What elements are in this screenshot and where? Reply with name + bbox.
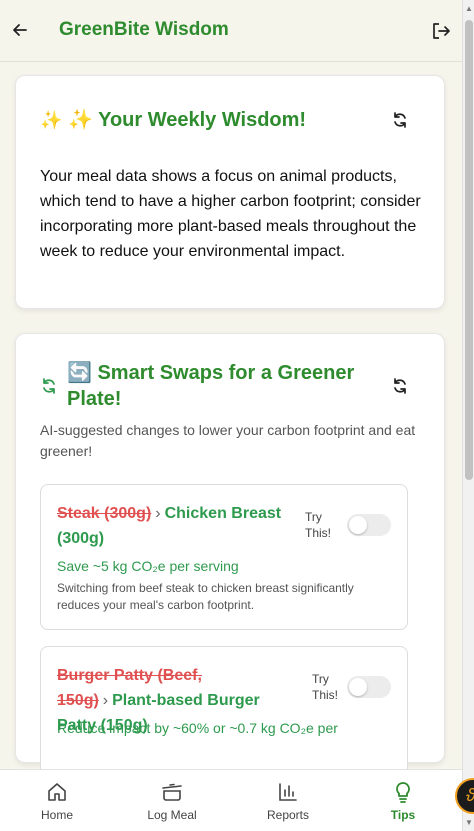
main-content: ✨ ✨ Your Weekly Wisdom! Your meal data s… (0, 63, 462, 769)
scrollbar[interactable]: ▲ ▼ (462, 0, 474, 831)
nav-tips[interactable]: Tips (358, 780, 448, 822)
try-swap-toggle[interactable] (347, 676, 391, 698)
weekly-wisdom-text: Your meal data shows a focus on animal p… (40, 168, 421, 260)
try-this-label: Try This! (305, 510, 332, 540)
smart-swaps-subtitle: AI-suggested changes to lower your carbo… (40, 422, 416, 459)
chevron-right-icon: › (102, 692, 109, 709)
nav-log-meal-label: Log Meal (147, 808, 197, 822)
toggle-knob (349, 678, 367, 696)
scroll-up-icon[interactable]: ▲ (465, 4, 473, 13)
page-title: GreenBite Wisdom (59, 19, 229, 40)
swap-heading: Steak (300g) › Chicken Breast (300g) (57, 501, 301, 551)
swap-item: Steak (300g) › Chicken Breast (300g) Try T… (40, 484, 408, 630)
swap-item: Burger Patty (Beef, 150g) › Plant-based Bu… (40, 646, 408, 769)
chevron-right-icon: › (155, 505, 161, 522)
scrollbar-thumb[interactable] (465, 20, 473, 480)
swap-explanation: Switching from beef steak to chicken bre… (57, 581, 354, 612)
back-arrow-icon[interactable] (10, 20, 30, 40)
sparkle-icon: ✨ (40, 110, 63, 130)
logout-icon[interactable] (430, 20, 452, 42)
smart-swaps-card: 🔄 Smart Swaps for a Greener Plate! AI-su… (15, 333, 445, 769)
nav-home[interactable]: Home (12, 780, 102, 822)
refresh-swaps-icon[interactable] (391, 377, 409, 395)
swap-from: Steak (300g) (57, 505, 152, 522)
assistant-logo-icon: ϑ (466, 785, 474, 806)
try-swap-toggle[interactable] (347, 514, 391, 536)
nav-log-meal[interactable]: Log Meal (127, 780, 217, 822)
try-this-label: Try This! (312, 672, 339, 702)
swap-cycle-icon (43, 378, 55, 394)
smart-swaps-title: 🔄 Smart Swaps for a Greener Plate! (67, 362, 355, 410)
weekly-wisdom-card: ✨ ✨ Your Weekly Wisdom! Your meal data s… (15, 75, 445, 309)
weekly-wisdom-heading: ✨ ✨ Your Weekly Wisdom! (40, 107, 306, 133)
scroll-down-icon[interactable]: ▼ (465, 818, 473, 827)
nav-home-label: Home (40, 808, 73, 822)
app-header: GreenBite Wisdom (0, 0, 462, 62)
swap-savings: Reduce impact by ~60% or ~0.7 kg CO₂e pe… (57, 720, 338, 736)
toggle-knob (349, 516, 367, 534)
bar-chart-icon (279, 783, 297, 801)
weekly-wisdom-title: ✨ Your Weekly Wisdom! (67, 109, 307, 131)
refresh-wisdom-icon[interactable] (391, 111, 409, 129)
swap-savings: Save ~5 kg CO₂e per serving (57, 558, 239, 574)
nav-reports-label: Reports (266, 808, 310, 822)
home-icon (48, 783, 66, 801)
bottom-nav: Home Log Meal Reports Tips (0, 769, 462, 831)
nav-tips-label: Tips (390, 808, 416, 822)
lightbulb-icon (396, 782, 410, 803)
nav-reports[interactable]: Reports (243, 780, 333, 822)
pot-icon (162, 783, 182, 801)
